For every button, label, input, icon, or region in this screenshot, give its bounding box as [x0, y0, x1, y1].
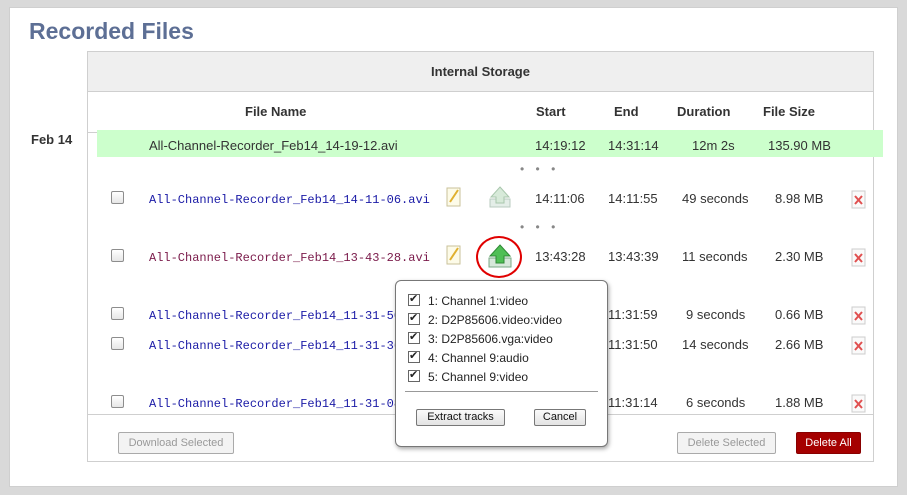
file-start: 14:11:06 [535, 191, 585, 206]
current-size: 135.90 MB [768, 138, 831, 153]
row-checkbox[interactable] [111, 395, 124, 408]
row-checkbox[interactable] [111, 307, 124, 320]
row-checkbox[interactable] [111, 249, 124, 262]
delete-all-button[interactable]: Delete All [796, 432, 861, 454]
file-end: 11:31:14 [608, 395, 658, 410]
cancel-button[interactable]: Cancel [534, 409, 586, 426]
row-checkbox[interactable] [111, 337, 124, 350]
popup-divider [405, 391, 598, 392]
delete-selected-button[interactable]: Delete Selected [677, 432, 776, 454]
track-option[interactable]: 3: D2P85606.vga:video [408, 330, 553, 346]
row-checkbox[interactable] [111, 191, 124, 204]
col-duration: Duration [677, 104, 731, 119]
storage-header: Internal Storage [88, 52, 873, 92]
file-end: 13:43:39 [608, 249, 659, 264]
delete-file-icon[interactable] [851, 393, 867, 413]
delete-file-icon[interactable] [851, 335, 867, 355]
current-start: 14:19:12 [535, 138, 586, 153]
file-duration: 11 seconds [682, 249, 748, 264]
file-duration: 49 seconds [682, 191, 749, 206]
track-option[interactable]: 4: Channel 9:audio [408, 349, 529, 365]
page-title: Recorded Files [29, 18, 194, 44]
col-filename: File Name [245, 104, 307, 119]
file-end: 11:31:59 [608, 307, 658, 322]
track-option[interactable]: 1: Channel 1:video [408, 292, 528, 308]
extract-tracks-icon[interactable] [488, 185, 512, 209]
track-checkbox[interactable] [408, 311, 420, 325]
extract-tracks-popup: 1: Channel 1:video 2: D2P85606.video:vid… [395, 280, 608, 447]
extract-tracks-button[interactable]: Extract tracks [416, 409, 505, 426]
download-selected-button[interactable]: Download Selected [118, 432, 234, 454]
file-link[interactable]: All-Channel-Recorder_Feb14_11-31-36 [149, 339, 401, 353]
file-end: 11:31:50 [608, 337, 658, 352]
track-checkbox[interactable] [408, 349, 420, 363]
col-start: Start [536, 104, 566, 119]
track-checkbox[interactable] [408, 292, 420, 306]
file-link[interactable]: All-Channel-Recorder_Feb14_11-31-08 [149, 397, 401, 411]
col-size: File Size [763, 104, 816, 119]
track-checkbox[interactable] [408, 330, 420, 344]
file-end: 14:11:55 [608, 191, 658, 206]
date-group-label: Feb 14 [31, 132, 73, 147]
file-link[interactable]: All-Channel-Recorder_Feb14_11-31-50 [149, 309, 401, 323]
row-separator: • • • [520, 220, 560, 234]
notes-icon[interactable] [445, 186, 463, 208]
row-separator: • • • [520, 162, 560, 176]
delete-file-icon[interactable] [851, 305, 867, 325]
file-duration: 14 seconds [682, 337, 749, 352]
file-size: 0.66 MB [775, 307, 824, 322]
file-link[interactable]: All-Channel-Recorder_Feb14_13-43-28.avi [149, 251, 430, 265]
track-checkbox[interactable] [408, 368, 420, 382]
track-option[interactable]: 5: Channel 9:video [408, 368, 528, 384]
file-size: 2.66 MB [775, 337, 824, 352]
delete-file-icon[interactable] [851, 189, 867, 209]
file-link[interactable]: All-Channel-Recorder_Feb14_14-11-06.avi [149, 193, 430, 207]
file-duration: 9 seconds [686, 307, 746, 322]
file-size: 1.88 MB [775, 395, 824, 410]
current-duration: 12m 2s [692, 138, 735, 153]
col-end: End [614, 104, 639, 119]
file-start: 13:43:28 [535, 249, 586, 264]
file-duration: 6 seconds [686, 395, 746, 410]
current-end: 14:31:14 [608, 138, 659, 153]
track-option[interactable]: 2: D2P85606.video:video [408, 311, 562, 327]
delete-file-icon[interactable] [851, 247, 867, 267]
current-file-name: All-Channel-Recorder_Feb14_14-19-12.avi [149, 138, 398, 153]
file-size: 2.30 MB [775, 249, 824, 264]
highlight-circle [476, 236, 522, 278]
notes-icon[interactable] [445, 244, 463, 266]
file-size: 8.98 MB [775, 191, 824, 206]
